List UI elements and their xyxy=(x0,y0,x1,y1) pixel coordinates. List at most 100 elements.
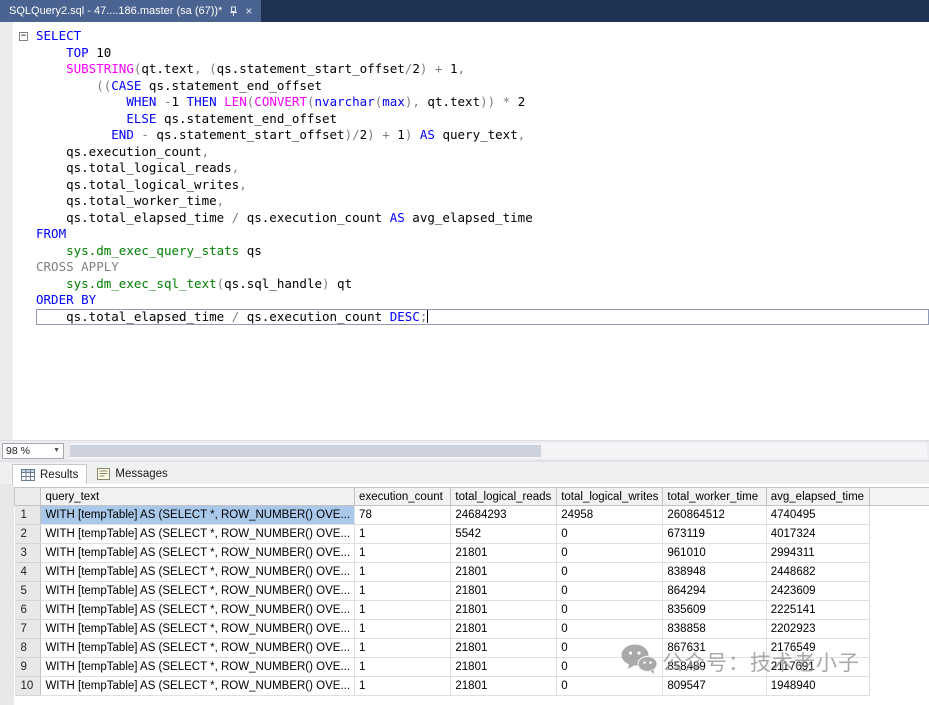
cell-execution_count[interactable]: 1 xyxy=(355,544,451,563)
cell-total_worker_time[interactable]: 838858 xyxy=(663,620,766,639)
cell-total_logical_reads[interactable]: 21801 xyxy=(451,677,557,696)
tab-results[interactable]: Results xyxy=(12,464,87,484)
zoom-control[interactable]: 98 % ▼ xyxy=(2,443,64,459)
code-line[interactable]: qs.total_worker_time, xyxy=(36,193,929,210)
cell-avg_elapsed_time[interactable]: 2176549 xyxy=(766,639,870,658)
cell-execution_count[interactable]: 1 xyxy=(355,620,451,639)
cell-avg_elapsed_time[interactable]: 2225141 xyxy=(766,601,870,620)
cell-query_text[interactable]: WITH [tempTable] AS (SELECT *, ROW_NUMBE… xyxy=(41,582,355,601)
cell-total_worker_time[interactable]: 864294 xyxy=(663,582,766,601)
cell-total_logical_writes[interactable]: 0 xyxy=(557,677,663,696)
code-line[interactable]: qs.execution_count, xyxy=(36,144,929,161)
tab-messages[interactable]: Messages xyxy=(89,464,175,484)
cell-execution_count[interactable]: 1 xyxy=(355,639,451,658)
code-line[interactable]: qs.total_logical_writes, xyxy=(36,177,929,194)
code-line[interactable]: SELECT xyxy=(36,28,929,45)
cell-query_text[interactable]: WITH [tempTable] AS (SELECT *, ROW_NUMBE… xyxy=(41,620,355,639)
cell-query_text[interactable]: WITH [tempTable] AS (SELECT *, ROW_NUMBE… xyxy=(41,563,355,582)
pin-icon[interactable] xyxy=(229,6,238,17)
row-number[interactable]: 7 xyxy=(15,620,41,639)
column-header-total_logical_reads[interactable]: total_logical_reads xyxy=(451,488,557,506)
row-number[interactable]: 2 xyxy=(15,525,41,544)
code-line[interactable]: CROSS APPLY xyxy=(36,259,929,276)
row-number[interactable]: 10 xyxy=(15,677,41,696)
cell-avg_elapsed_time[interactable]: 4740495 xyxy=(766,506,870,525)
cell-total_logical_reads[interactable]: 21801 xyxy=(451,658,557,677)
code-line[interactable]: TOP 10 xyxy=(36,45,929,62)
column-header-avg_elapsed_time[interactable]: avg_elapsed_time xyxy=(766,488,870,506)
code-line[interactable]: ((CASE qs.statement_end_offset xyxy=(36,78,929,95)
cell-total_worker_time[interactable]: 835609 xyxy=(663,601,766,620)
code-line[interactable]: FROM xyxy=(36,226,929,243)
cell-total_worker_time[interactable]: 838948 xyxy=(663,563,766,582)
cell-total_worker_time[interactable]: 673119 xyxy=(663,525,766,544)
cell-query_text[interactable]: WITH [tempTable] AS (SELECT *, ROW_NUMBE… xyxy=(41,677,355,696)
close-icon[interactable]: × xyxy=(245,5,252,17)
cell-total_worker_time[interactable]: 260864512 xyxy=(663,506,766,525)
document-tab[interactable]: SQLQuery2.sql - 47....186.master (sa (67… xyxy=(0,0,261,22)
cell-total_logical_reads[interactable]: 24684293 xyxy=(451,506,557,525)
cell-query_text[interactable]: WITH [tempTable] AS (SELECT *, ROW_NUMBE… xyxy=(41,544,355,563)
cell-execution_count[interactable]: 1 xyxy=(355,677,451,696)
row-number[interactable]: 6 xyxy=(15,601,41,620)
code-line[interactable]: qs.total_logical_reads, xyxy=(36,160,929,177)
cell-query_text[interactable]: WITH [tempTable] AS (SELECT *, ROW_NUMBE… xyxy=(41,658,355,677)
row-number[interactable]: 4 xyxy=(15,563,41,582)
cell-avg_elapsed_time[interactable]: 2117691 xyxy=(766,658,870,677)
cell-execution_count[interactable]: 78 xyxy=(355,506,451,525)
cell-total_logical_reads[interactable]: 21801 xyxy=(451,563,557,582)
cell-total_logical_reads[interactable]: 21801 xyxy=(451,620,557,639)
cell-total_worker_time[interactable]: 961010 xyxy=(663,544,766,563)
cell-total_logical_reads[interactable]: 21801 xyxy=(451,601,557,620)
cell-execution_count[interactable]: 1 xyxy=(355,658,451,677)
code-line[interactable]: qs.total_elapsed_time / qs.execution_cou… xyxy=(36,210,929,227)
code-line[interactable]: sys.dm_exec_query_stats qs xyxy=(36,243,929,260)
column-header-execution_count[interactable]: execution_count xyxy=(355,488,451,506)
cell-total_worker_time[interactable]: 809547 xyxy=(663,677,766,696)
cell-avg_elapsed_time[interactable]: 2448682 xyxy=(766,563,870,582)
row-number[interactable]: 5 xyxy=(15,582,41,601)
cell-total_logical_reads[interactable]: 5542 xyxy=(451,525,557,544)
cell-avg_elapsed_time[interactable]: 2423609 xyxy=(766,582,870,601)
row-number[interactable]: 8 xyxy=(15,639,41,658)
cell-total_logical_writes[interactable]: 0 xyxy=(557,525,663,544)
scrollbar-thumb[interactable] xyxy=(70,445,541,457)
row-number[interactable]: 1 xyxy=(15,506,41,525)
cell-total_logical_reads[interactable]: 21801 xyxy=(451,582,557,601)
column-header-query_text[interactable]: query_text xyxy=(41,488,355,506)
grid-corner-cell[interactable] xyxy=(15,488,41,506)
row-number[interactable]: 9 xyxy=(15,658,41,677)
cell-avg_elapsed_time[interactable]: 2202923 xyxy=(766,620,870,639)
cell-total_logical_reads[interactable]: 21801 xyxy=(451,544,557,563)
code-line[interactable]: sys.dm_exec_sql_text(qs.sql_handle) qt xyxy=(36,276,929,293)
cell-avg_elapsed_time[interactable]: 1948940 xyxy=(766,677,870,696)
cell-execution_count[interactable]: 1 xyxy=(355,601,451,620)
code-line[interactable]: WHEN -1 THEN LEN(CONVERT(nvarchar(max), … xyxy=(36,94,929,111)
cell-total_logical_writes[interactable]: 0 xyxy=(557,620,663,639)
cell-query_text[interactable]: WITH [tempTable] AS (SELECT *, ROW_NUMBE… xyxy=(41,506,355,525)
cell-avg_elapsed_time[interactable]: 4017324 xyxy=(766,525,870,544)
cell-total_logical_writes[interactable]: 0 xyxy=(557,563,663,582)
cell-total_logical_writes[interactable]: 24958 xyxy=(557,506,663,525)
horizontal-scrollbar[interactable] xyxy=(70,443,927,459)
cell-query_text[interactable]: WITH [tempTable] AS (SELECT *, ROW_NUMBE… xyxy=(41,525,355,544)
code-line[interactable]: ELSE qs.statement_end_offset xyxy=(36,111,929,128)
code-line[interactable]: ORDER BY xyxy=(36,292,929,309)
column-header-total_logical_writes[interactable]: total_logical_writes xyxy=(557,488,663,506)
cell-total_worker_time[interactable]: 858489 xyxy=(663,658,766,677)
cell-execution_count[interactable]: 1 xyxy=(355,525,451,544)
cell-total_worker_time[interactable]: 867631 xyxy=(663,639,766,658)
cell-avg_elapsed_time[interactable]: 2994311 xyxy=(766,544,870,563)
cell-query_text[interactable]: WITH [tempTable] AS (SELECT *, ROW_NUMBE… xyxy=(41,601,355,620)
cell-total_logical_writes[interactable]: 0 xyxy=(557,658,663,677)
code-line[interactable]: END - qs.statement_start_offset)/2) + 1)… xyxy=(36,127,929,144)
cell-total_logical_writes[interactable]: 0 xyxy=(557,544,663,563)
cell-execution_count[interactable]: 1 xyxy=(355,582,451,601)
code-line[interactable]: qs.total_elapsed_time / qs.execution_cou… xyxy=(36,309,929,326)
code-line[interactable]: SUBSTRING(qt.text, (qs.statement_start_o… xyxy=(36,61,929,78)
fold-collapse-icon[interactable]: − xyxy=(19,32,28,41)
cell-query_text[interactable]: WITH [tempTable] AS (SELECT *, ROW_NUMBE… xyxy=(41,639,355,658)
cell-total_logical_writes[interactable]: 0 xyxy=(557,639,663,658)
cell-total_logical_writes[interactable]: 0 xyxy=(557,601,663,620)
sql-editor[interactable]: − SELECT TOP 10 SUBSTRING(qt.text, (qs.s… xyxy=(0,22,929,440)
